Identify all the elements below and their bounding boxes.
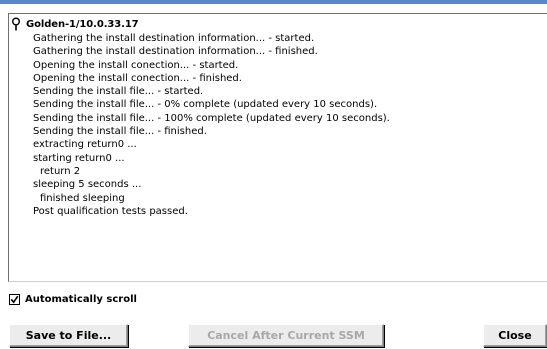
pin-icon bbox=[10, 17, 22, 31]
cancel-after-ssm-button: Cancel After Current SSM bbox=[188, 324, 384, 347]
log-lines: Gathering the install destination inform… bbox=[9, 32, 547, 218]
log-line: Opening the install conection... - start… bbox=[33, 59, 239, 71]
log-line: starting return0 ... bbox=[33, 152, 125, 164]
log-line: Sending the install file... - finished. bbox=[33, 126, 207, 138]
auto-scroll-checkbox[interactable] bbox=[9, 293, 20, 305]
checkmark-icon bbox=[10, 295, 19, 304]
log-line: Gathering the install destination inform… bbox=[33, 33, 315, 44]
save-to-file-button[interactable]: Save to File... bbox=[9, 324, 128, 347]
auto-scroll-option[interactable]: Automatically scroll bbox=[9, 292, 137, 306]
log-line: Sending the install file... - 0% complet… bbox=[33, 99, 378, 111]
log-line: finished sleeping bbox=[40, 192, 125, 204]
log-line: Opening the install conection... - finis… bbox=[33, 72, 242, 84]
auto-scroll-label: Automatically scroll bbox=[25, 293, 137, 305]
log-line: Post qualification tests passed. bbox=[33, 205, 188, 217]
window-top-border bbox=[0, 0, 547, 4]
log-line: Sending the install file... - started. bbox=[33, 86, 204, 98]
close-button[interactable]: Close bbox=[483, 324, 547, 347]
log-header: Golden-1/10.0.33.17 bbox=[9, 17, 139, 31]
log-line: sleeping 5 seconds ... bbox=[33, 179, 142, 191]
log-header-title: Golden-1/10.0.33.17 bbox=[26, 18, 139, 30]
log-line: Sending the install file... - 100% compl… bbox=[33, 112, 390, 124]
log-line: extracting return0 ... bbox=[33, 139, 137, 151]
log-line: return 2 bbox=[40, 165, 81, 177]
log-line: Gathering the install destination inform… bbox=[33, 46, 318, 58]
install-log-panel[interactable]: Golden-1/10.0.33.17 Gathering the instal… bbox=[8, 13, 547, 282]
